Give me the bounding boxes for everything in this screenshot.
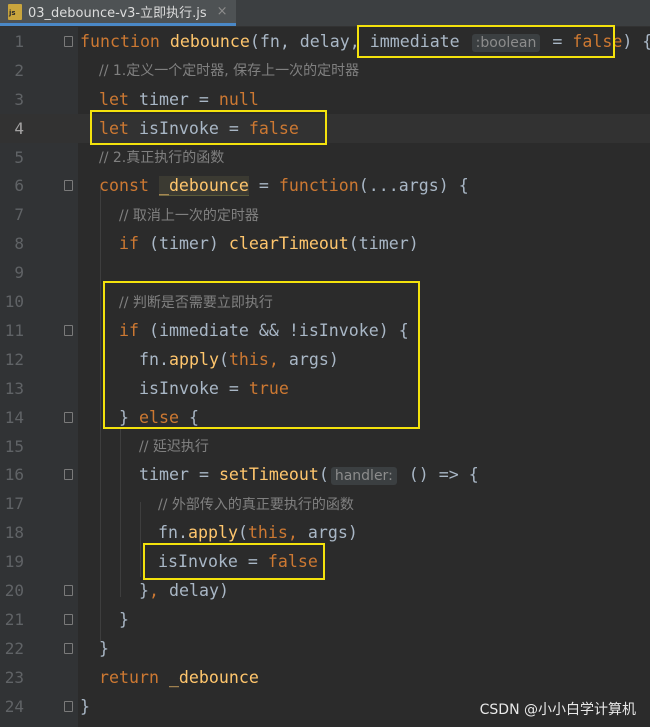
code-text: fn.apply(this, args) bbox=[158, 523, 358, 543]
code-line[interactable]: 7 // 取消上一次的定时器 bbox=[0, 200, 650, 229]
highlight-box-isinvoke-reset bbox=[143, 543, 325, 580]
line-number: 22 bbox=[4, 638, 24, 658]
line-number: 3 bbox=[14, 89, 24, 109]
highlight-box-immediate-branch bbox=[103, 281, 420, 429]
code-text: } bbox=[119, 609, 129, 629]
line-number: 17 bbox=[4, 494, 24, 514]
code-line[interactable]: 23 return _debounce bbox=[0, 663, 650, 692]
code-comment: // 1.定义一个定时器, 保存上一次的定时器 bbox=[99, 63, 360, 80]
fold-icon[interactable] bbox=[64, 35, 73, 47]
line-number: 24 bbox=[4, 696, 24, 716]
line-number: 9 bbox=[14, 263, 24, 283]
close-icon[interactable]: × bbox=[217, 4, 228, 19]
code-line[interactable]: 20 }, delay) bbox=[0, 576, 650, 605]
fold-icon[interactable] bbox=[64, 613, 73, 625]
code-text: }, delay) bbox=[139, 581, 229, 601]
code-comment: // 取消上一次的定时器 bbox=[119, 207, 259, 224]
code-text: if (timer) clearTimeout(timer) bbox=[119, 234, 419, 254]
code-line[interactable]: 18 fn.apply(this, args) bbox=[0, 518, 650, 547]
code-line[interactable]: 17 // 外部传入的真正要执行的函数 bbox=[0, 489, 650, 518]
line-number: 14 bbox=[4, 407, 24, 427]
code-text: } bbox=[80, 696, 90, 716]
line-number: 2 bbox=[14, 60, 24, 80]
highlight-box-immediate-param bbox=[357, 25, 615, 58]
line-number: 18 bbox=[4, 523, 24, 543]
line-number: 21 bbox=[4, 609, 24, 629]
fold-icon[interactable] bbox=[64, 585, 73, 597]
line-number: 15 bbox=[4, 436, 24, 456]
code-text: const _debounce = function(...args) { bbox=[99, 176, 469, 197]
file-tab[interactable]: 03_debounce-v3-立即执行.js × bbox=[0, 0, 236, 26]
code-line[interactable]: 6 const _debounce = function(...args) { bbox=[0, 172, 650, 201]
code-text: } bbox=[99, 638, 109, 658]
fold-icon[interactable] bbox=[64, 324, 73, 336]
code-line[interactable]: 21 } bbox=[0, 605, 650, 634]
code-line[interactable]: 5 // 2.真正执行的函数 bbox=[0, 143, 650, 172]
line-number: 19 bbox=[4, 552, 24, 572]
code-line[interactable]: 22 } bbox=[0, 634, 650, 663]
code-line[interactable]: 15 // 延迟执行 bbox=[0, 432, 650, 461]
watermark: CSDN @小小白学计算机 bbox=[479, 702, 636, 718]
highlight-box-isinvoke-declaration bbox=[90, 110, 327, 145]
line-number: 10 bbox=[4, 292, 24, 312]
js-file-icon bbox=[8, 3, 22, 20]
fold-icon[interactable] bbox=[64, 700, 73, 712]
line-number: 16 bbox=[4, 465, 24, 485]
code-comment: // 延迟执行 bbox=[139, 439, 209, 456]
code-line[interactable]: 8 if (timer) clearTimeout(timer) bbox=[0, 229, 650, 258]
code-comment: // 2.真正执行的函数 bbox=[99, 150, 225, 167]
fold-icon[interactable] bbox=[64, 642, 73, 654]
line-number: 7 bbox=[14, 205, 24, 225]
fold-icon[interactable] bbox=[64, 469, 73, 481]
fold-icon[interactable] bbox=[64, 411, 73, 423]
line-number: 12 bbox=[4, 349, 24, 369]
line-number: 1 bbox=[14, 31, 24, 51]
code-text: return _debounce bbox=[99, 667, 259, 687]
file-tab-title: 03_debounce-v3-立即执行.js bbox=[28, 6, 207, 21]
line-number: 23 bbox=[4, 667, 24, 687]
line-number: 8 bbox=[14, 234, 24, 254]
line-number: 13 bbox=[4, 378, 24, 398]
line-number: 6 bbox=[14, 176, 24, 196]
param-hint: handler: bbox=[330, 467, 397, 486]
line-number: 11 bbox=[4, 320, 24, 340]
fold-icon[interactable] bbox=[64, 180, 73, 192]
line-number: 4 bbox=[14, 118, 24, 138]
code-text: let timer = null bbox=[99, 89, 259, 109]
code-line[interactable]: 16 timer = setTimeout(handler: () => { bbox=[0, 461, 650, 490]
code-line[interactable]: 2 // 1.定义一个定时器, 保存上一次的定时器 bbox=[0, 56, 650, 85]
code-text: timer = setTimeout(handler: () => { bbox=[139, 465, 479, 486]
line-number: 20 bbox=[4, 581, 24, 601]
editor-tab-bar: 03_debounce-v3-立即执行.js × bbox=[0, 0, 650, 27]
code-editor[interactable]: 1 function debounce(fn, delay, immediate… bbox=[0, 25, 650, 727]
code-line[interactable]: 19 isInvoke = false bbox=[0, 547, 650, 576]
line-number: 5 bbox=[14, 147, 24, 167]
code-comment: // 外部传入的真正要执行的函数 bbox=[158, 496, 354, 513]
